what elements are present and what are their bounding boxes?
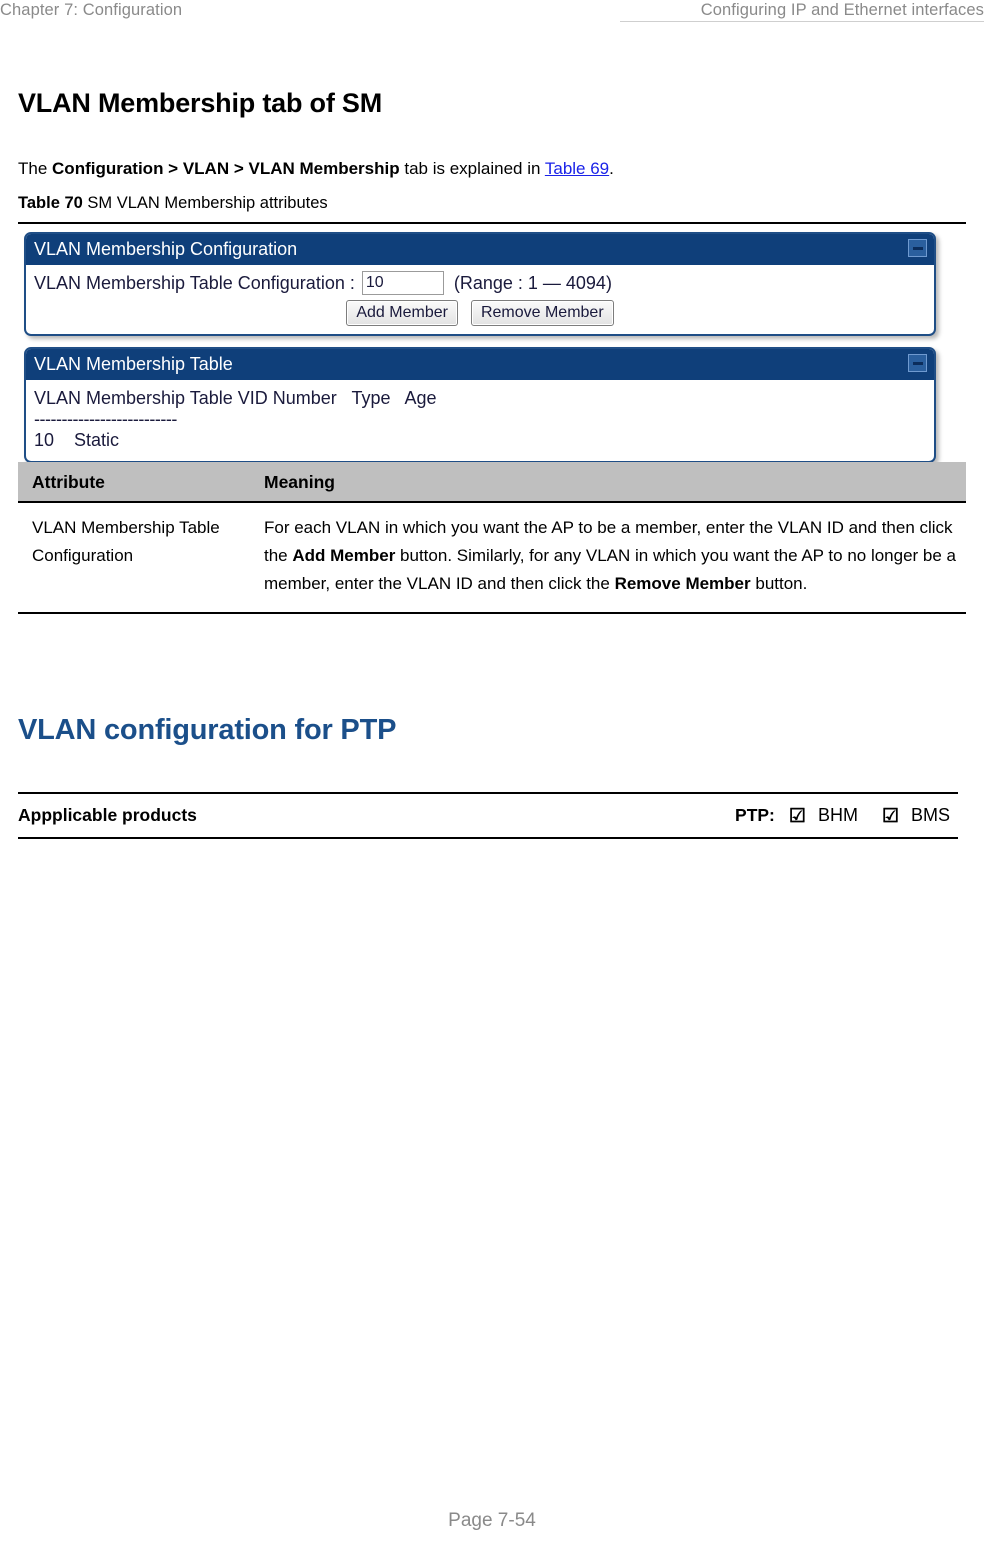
table-caption-text: SM VLAN Membership attributes <box>87 194 328 212</box>
table-caption-number: Table 70 <box>18 194 83 212</box>
page-running-header: Chapter 7: Configuration Configuring IP … <box>0 0 984 26</box>
ptp-group-label: PTP: <box>735 805 775 825</box>
meaning-part-3: button. <box>750 574 808 593</box>
membership-table-divider: -------------------------- <box>34 409 177 429</box>
panel-body-table: VLAN Membership Table VID Number Type Ag… <box>26 380 934 461</box>
applicable-products-table: Appplicable products PTP: ☑ BHM ☑ BMS <box>18 792 958 839</box>
vlan-id-range-hint: (Range : 1 — 4094) <box>453 273 612 293</box>
membership-table-column-header: VLAN Membership Table VID Number Type Ag… <box>34 388 437 408</box>
cell-attribute-meaning: For each VLAN in which you want the AP t… <box>250 502 966 614</box>
vlan-id-input[interactable] <box>361 271 444 295</box>
product-label-bms: BMS <box>910 805 950 825</box>
embedded-ui-screenshot: VLAN Membership Configuration VLAN Membe… <box>24 232 936 474</box>
vlan-membership-table-configuration-row: VLAN Membership Table Configuration : (R… <box>34 270 926 296</box>
attributes-table-header-row: Attribute Meaning <box>18 462 966 503</box>
header-topic-label: Configuring IP and Ethernet interfaces <box>700 1 984 19</box>
page-footer: Page 7-54 <box>0 1509 984 1533</box>
section-heading-vlan-configuration-for-ptp: VLAN configuration for PTP <box>18 714 397 746</box>
vlan-membership-table-panel: VLAN Membership Table VLAN Membership Ta… <box>24 347 936 463</box>
intro-prefix: The <box>18 159 53 178</box>
table-70-caption: Table 70 SM VLAN Membership attributes <box>18 192 328 214</box>
checkbox-checked-icon-bhm[interactable]: ☑ <box>789 807 806 826</box>
panel-body-configuration: VLAN Membership Table Configuration : (R… <box>26 265 934 334</box>
table-69-cross-reference-link[interactable]: Table 69 <box>545 159 609 178</box>
vlan-membership-table-configuration-label: VLAN Membership Table Configuration : <box>34 273 355 293</box>
intro-paragraph: The Configuration > VLAN > VLAN Membersh… <box>18 157 614 180</box>
table-top-rule <box>18 222 966 224</box>
meaning-bold-add-member: Add Member <box>292 546 396 565</box>
meaning-bold-remove-member: Remove Member <box>614 574 751 593</box>
checkbox-checked-icon-bms[interactable]: ☑ <box>882 807 899 826</box>
membership-table-row: 10 Static <box>34 430 120 450</box>
column-header-attribute: Attribute <box>18 462 250 503</box>
intro-nav-path: Configuration > VLAN > VLAN Membership <box>52 159 400 178</box>
panel-title-text-table: VLAN Membership Table <box>34 354 233 374</box>
add-member-button[interactable]: Add Member <box>346 300 458 326</box>
applicable-products-values: PTP: ☑ BHM ☑ BMS <box>488 792 958 839</box>
header-chapter-label: Chapter 7: Configuration <box>0 1 183 19</box>
vlan-membership-configuration-panel: VLAN Membership Configuration VLAN Membe… <box>24 232 936 336</box>
intro-middle: tab is explained in <box>399 159 545 178</box>
minimize-icon[interactable] <box>908 354 927 372</box>
minimize-icon[interactable] <box>908 239 927 257</box>
table-row: Appplicable products PTP: ☑ BHM ☑ BMS <box>18 792 958 839</box>
panel-title-bar-table: VLAN Membership Table <box>26 349 934 380</box>
intro-suffix: . <box>609 159 614 178</box>
header-divider <box>620 21 984 22</box>
vlan-membership-attributes-table: Attribute Meaning VLAN Membership Table … <box>18 462 966 614</box>
product-label-bhm: BHM <box>817 805 858 825</box>
applicable-products-label: Appplicable products <box>18 792 488 839</box>
page-number-label: Page 7-54 <box>448 1510 536 1531</box>
panel-title-text-configuration: VLAN Membership Configuration <box>34 239 298 259</box>
panel-title-bar-configuration: VLAN Membership Configuration <box>26 234 934 265</box>
column-header-meaning: Meaning <box>250 462 966 503</box>
remove-member-button[interactable]: Remove Member <box>470 300 614 326</box>
membership-button-row: Add Member Remove Member <box>34 300 926 326</box>
table-row: VLAN Membership Table Configuration For … <box>18 502 966 614</box>
section-heading-vlan-membership-tab: VLAN Membership tab of SM <box>18 88 383 118</box>
cell-attribute-name: VLAN Membership Table Configuration <box>18 502 250 614</box>
